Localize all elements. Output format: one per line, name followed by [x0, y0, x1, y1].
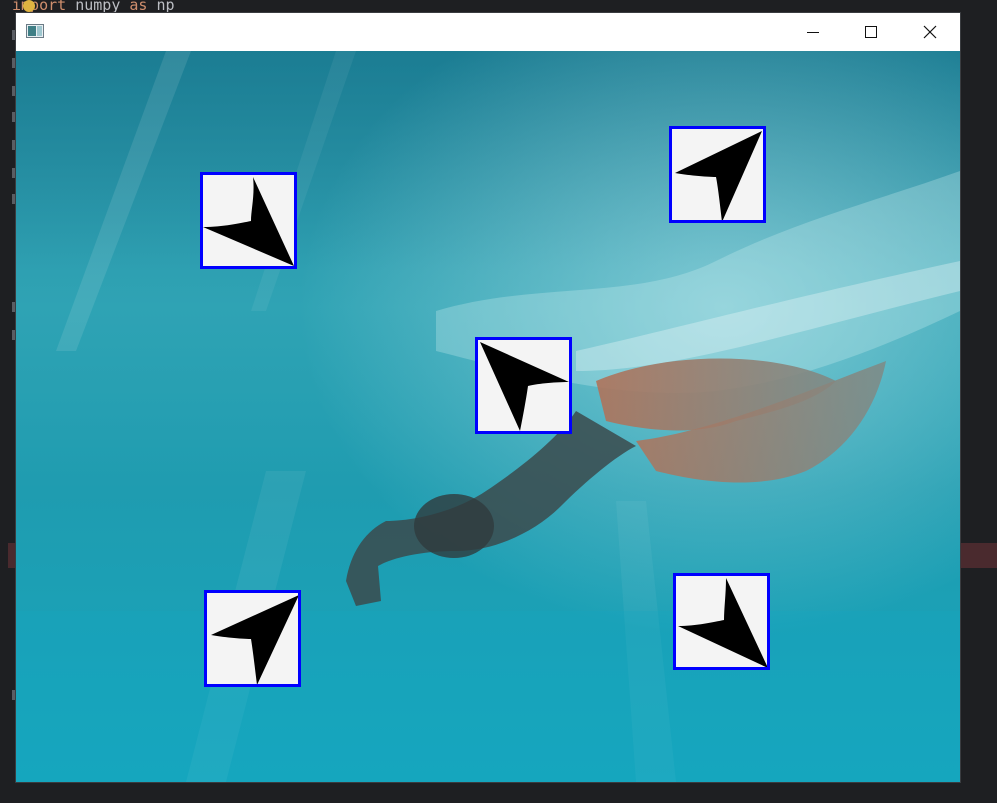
- keyword-as: as: [129, 0, 148, 14]
- window-titlebar[interactable]: [16, 13, 960, 51]
- arrow-pointer-icon: [211, 595, 298, 684]
- image-window-icon: [26, 24, 44, 38]
- arrow-pointer-icon: [203, 177, 294, 266]
- marker-top-left[interactable]: [200, 172, 297, 269]
- minimize-button[interactable]: [784, 13, 842, 51]
- keyword-import: import: [12, 0, 67, 14]
- code-text: numpy: [66, 0, 130, 14]
- marker-bottom-left[interactable]: [204, 590, 301, 687]
- close-button[interactable]: [901, 13, 959, 51]
- code-line-import: import numpy as np: [12, 0, 175, 14]
- minimize-icon: [807, 32, 819, 33]
- arrow-pointer-icon: [678, 578, 767, 667]
- maximize-button[interactable]: [842, 13, 900, 51]
- arrow-pointer-icon: [480, 342, 569, 431]
- marker-center[interactable]: [475, 337, 572, 434]
- close-icon: [923, 25, 937, 39]
- image-window[interactable]: [16, 13, 960, 782]
- breakpoint-dot-icon[interactable]: [23, 0, 35, 12]
- arrow-pointer-icon: [675, 131, 762, 220]
- marker-top-right[interactable]: [669, 126, 766, 223]
- image-canvas[interactable]: [16, 51, 960, 782]
- code-text-np: np: [147, 0, 175, 14]
- marker-bottom-right[interactable]: [673, 573, 770, 670]
- maximize-icon: [865, 26, 877, 38]
